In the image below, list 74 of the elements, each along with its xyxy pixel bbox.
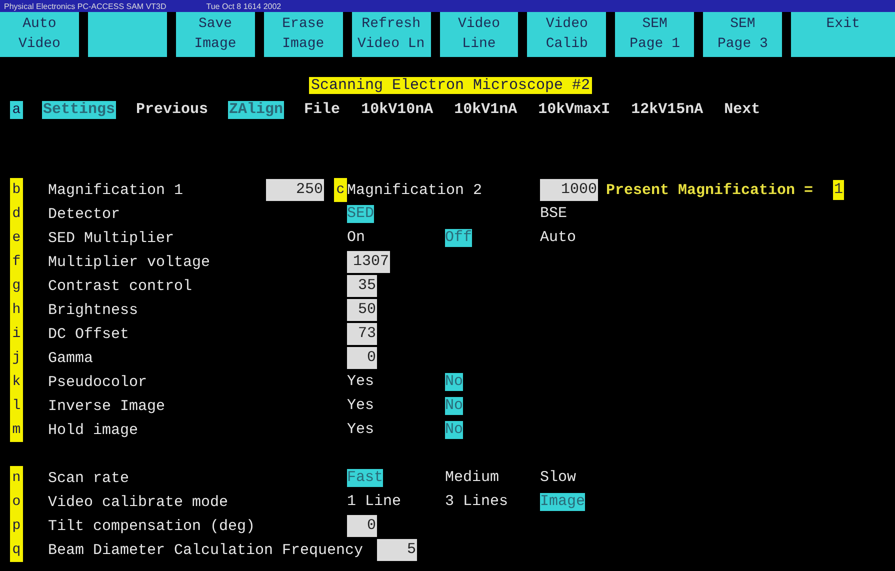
menu-item[interactable]: 10kV1nA: [453, 101, 518, 119]
setting-label: Detector: [48, 206, 122, 222]
menu-item[interactable]: Next: [723, 101, 762, 119]
setting-label: Tilt compensation (deg): [48, 518, 256, 534]
function-button[interactable]: Save Image: [176, 12, 255, 57]
option[interactable]: 1 Line: [347, 493, 402, 511]
setting-label: Gamma: [48, 350, 94, 366]
shortcut-key[interactable]: h: [10, 298, 23, 322]
shortcut-key[interactable]: b: [10, 178, 23, 202]
menu-item[interactable]: 10kVmaxI: [537, 101, 612, 119]
function-button[interactable]: Refresh Video Ln: [352, 12, 431, 57]
value-field[interactable]: 0: [347, 515, 377, 537]
present-magnification-value: 1: [833, 180, 844, 200]
option[interactable]: Slow: [540, 469, 576, 487]
shortcut-key[interactable]: p: [10, 514, 23, 538]
menu-item[interactable]: Previous: [135, 101, 210, 119]
menu-key[interactable]: a: [10, 101, 23, 119]
value-field[interactable]: 1307: [347, 251, 390, 273]
setting-label: Hold image: [48, 422, 140, 438]
setting-label: Scan rate: [48, 470, 130, 486]
setting-label: Video calibrate mode: [48, 494, 230, 510]
option[interactable]: Auto: [540, 229, 576, 247]
function-button[interactable]: Erase Image: [264, 12, 343, 57]
shortcut-key[interactable]: d: [10, 202, 23, 226]
value-field[interactable]: 0: [347, 347, 377, 369]
date-time: Tue Oct 8 1614 2002: [206, 2, 282, 10]
setting-label: SED Multiplier: [48, 230, 176, 246]
function-button[interactable]: Exit: [791, 12, 895, 57]
shortcut-key[interactable]: q: [10, 538, 23, 562]
present-magnification-label: Present Magnification =: [606, 182, 814, 198]
shortcut-key[interactable]: k: [10, 370, 23, 394]
option[interactable]: On: [347, 229, 366, 247]
setting-label: Pseudocolor: [48, 374, 148, 390]
function-button[interactable]: Video Calib: [527, 12, 606, 57]
option[interactable]: BSE: [540, 205, 568, 223]
setting-label: Contrast control: [48, 278, 194, 294]
setting-label: Magnification 2: [347, 182, 484, 198]
setting-label: Inverse Image: [48, 398, 166, 414]
shortcut-key[interactable]: f: [10, 250, 23, 274]
function-button[interactable]: SEM Page 1: [615, 12, 694, 57]
shortcut-key[interactable]: n: [10, 466, 23, 490]
value-field[interactable]: 250: [266, 179, 324, 201]
option[interactable]: Yes: [347, 373, 374, 391]
option[interactable]: 3 Lines: [445, 493, 508, 511]
menu-item[interactable]: 10kV10nA: [360, 101, 434, 119]
shortcut-key[interactable]: e: [10, 226, 23, 250]
shortcut-key[interactable]: c: [334, 178, 347, 202]
option[interactable]: Medium: [445, 469, 500, 487]
menu-item[interactable]: 12kV15nA: [630, 101, 704, 119]
option[interactable]: Yes: [347, 397, 374, 415]
value-field[interactable]: 1000: [540, 179, 598, 201]
setting-label: Brightness: [48, 302, 140, 318]
shortcut-key[interactable]: l: [10, 394, 23, 418]
shortcut-key[interactable]: m: [10, 418, 23, 442]
function-button[interactable]: Video Line: [440, 12, 518, 57]
function-button[interactable]: SEM Page 3: [703, 12, 782, 57]
option[interactable]: Yes: [347, 421, 374, 439]
value-field[interactable]: 35: [347, 275, 377, 297]
function-button[interactable]: [88, 12, 167, 57]
setting-label: DC Offset: [48, 326, 130, 342]
shortcut-key[interactable]: j: [10, 346, 23, 370]
value-field[interactable]: 5: [377, 539, 418, 561]
setting-label: Multiplier voltage: [48, 254, 212, 270]
shortcut-key[interactable]: g: [10, 274, 23, 298]
screen-heading: Scanning Electron Microscope #2: [309, 77, 592, 94]
menu-item[interactable]: File: [303, 101, 342, 119]
shortcut-key[interactable]: i: [10, 322, 23, 346]
function-button[interactable]: Auto Video: [0, 12, 79, 57]
setting-label: Magnification 1: [48, 182, 184, 198]
shortcut-key[interactable]: o: [10, 490, 23, 514]
window-title: Physical Electronics PC-ACCESS SAM VT3D: [4, 2, 166, 10]
value-field[interactable]: 50: [347, 299, 377, 321]
setting-label: Beam Diameter Calculation Frequency: [48, 542, 364, 558]
value-field[interactable]: 73: [347, 323, 377, 345]
